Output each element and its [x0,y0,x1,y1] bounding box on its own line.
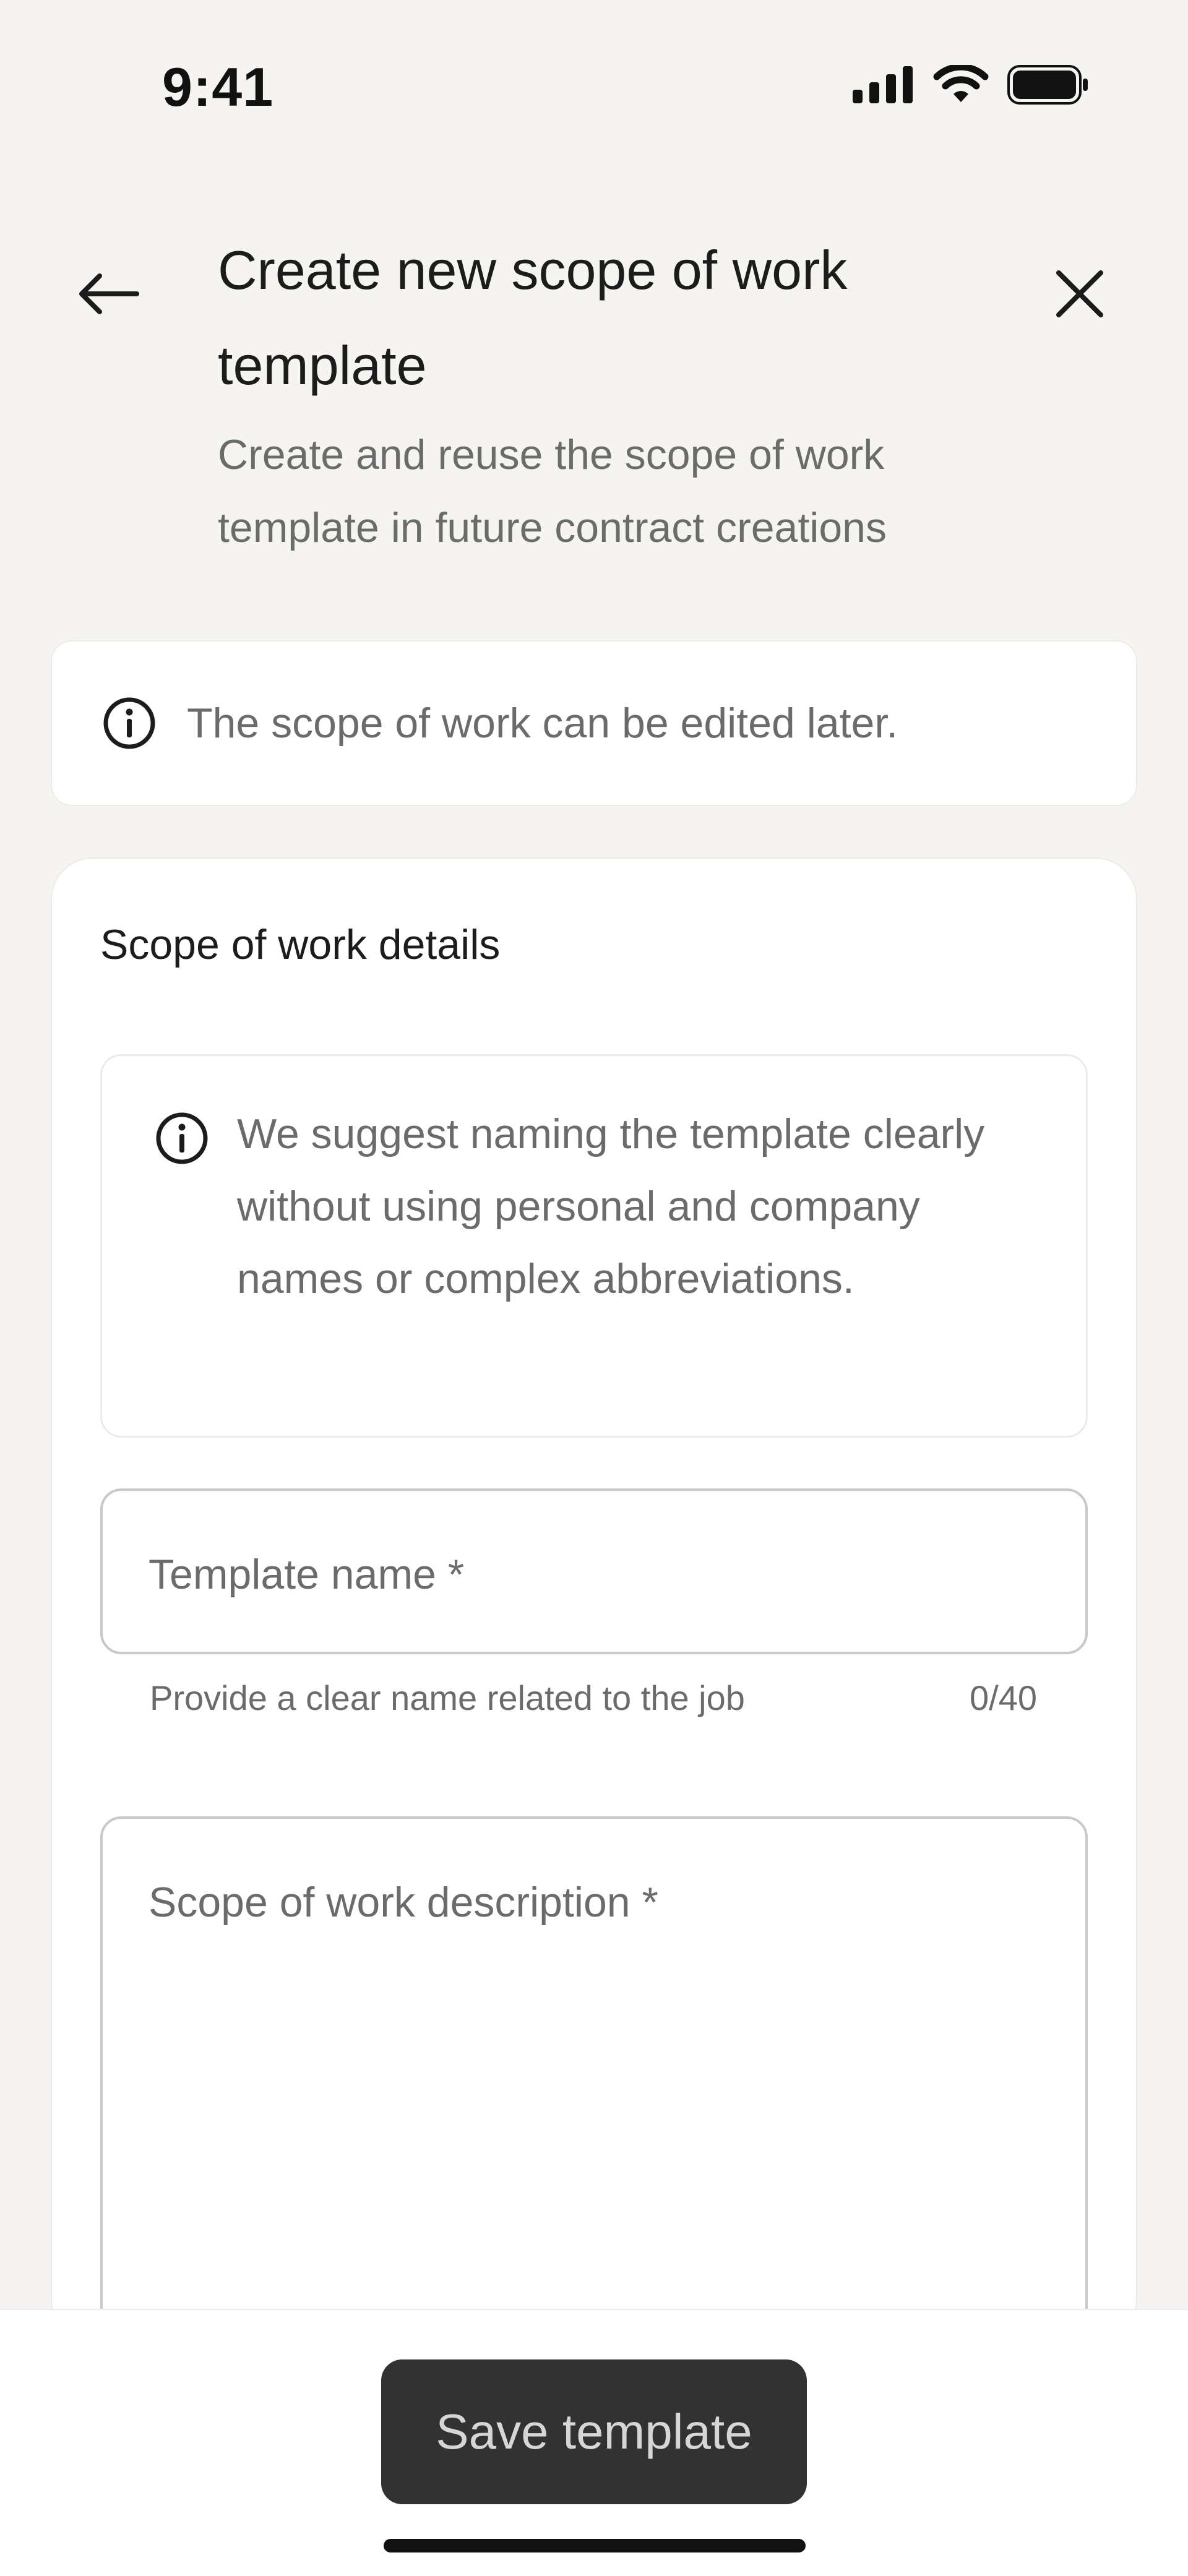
cellular-signal-icon [853,66,913,103]
battery-icon [1007,65,1088,105]
template-name-label: Template name * [148,1551,465,1598]
status-time: 9:41 [162,56,274,118]
close-icon [1056,270,1103,317]
page-title: Create new scope of work template [218,239,848,396]
back-button[interactable] [68,254,148,334]
suggestion-text: We suggest naming the template clearly w… [237,1110,985,1302]
info-banner-text: The scope of work can be edited later. [187,700,898,747]
page-subtitle: Create and reuse the scope of work templ… [218,431,887,551]
template-name-helper: Provide a clear name related to the job [150,1678,745,1717]
status-bar: 9:41 [0,0,1188,173]
scope-details-card: Scope of work details We suggest naming … [51,857,1137,2373]
template-name-input[interactable]: Template name * [100,1488,1088,1654]
status-icons [853,65,1089,105]
scope-description-label: Scope of work description * [148,1879,658,1926]
close-button[interactable] [1040,254,1120,334]
home-indicator [384,2539,806,2552]
template-name-counter: 0/40 [970,1678,1037,1717]
info-icon [103,697,155,749]
footer-bar: Save template [0,2309,1188,2576]
header: Create new scope of work template Create… [0,223,1188,569]
info-banner: The scope of work can be edited later. [51,640,1137,806]
save-template-button[interactable]: Save template [381,2359,807,2504]
section-title: Scope of work details [100,921,501,968]
naming-suggestion-box: We suggest naming the template clearly w… [100,1054,1088,1438]
scope-description-textarea[interactable]: Scope of work description * [100,1816,1088,2373]
arrow-left-icon [79,273,139,314]
info-icon [156,1112,208,1164]
wifi-icon [933,65,989,102]
